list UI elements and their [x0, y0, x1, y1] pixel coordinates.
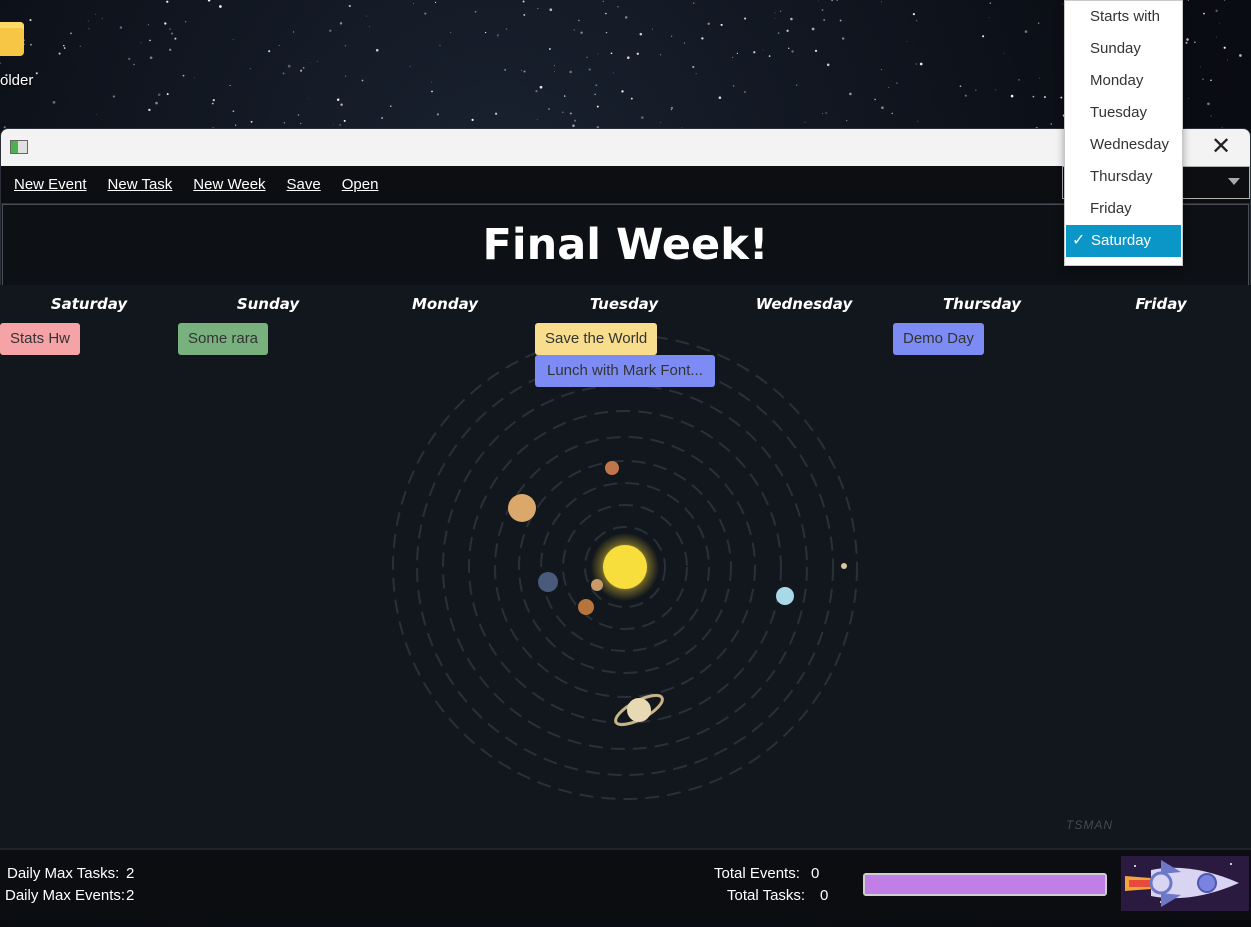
daily-max-tasks-value: 2 — [126, 865, 135, 882]
title-bar[interactable]: ✕ — [1, 129, 1250, 166]
entry-chip[interactable]: Demo Day — [893, 323, 984, 355]
entry-chip[interactable]: Stats Hw — [0, 323, 81, 355]
dropdown-header: Starts with — [1090, 8, 1161, 25]
rocket-icon — [1121, 856, 1249, 911]
entry-chip[interactable]: Save the World — [535, 323, 658, 355]
day-column-friday: Friday — [1072, 285, 1250, 323]
app-icon — [10, 140, 28, 154]
day-header-wednesday: Wednesday — [755, 295, 853, 313]
dropdown-option[interactable]: Thursday — [1065, 161, 1182, 193]
folder-icon[interactable] — [0, 22, 24, 56]
dropdown-option[interactable]: Monday — [1065, 65, 1182, 97]
new-task-link[interactable]: New Task — [108, 176, 173, 193]
week-title-band: Final Week! — [2, 204, 1249, 286]
daily-max-tasks-label: Daily Max Tasks: — [7, 865, 120, 882]
close-icon[interactable]: ✕ — [1192, 129, 1250, 166]
dropdown-option[interactable]: Wednesday — [1065, 129, 1182, 161]
day-header-tuesday: Tuesday — [589, 295, 659, 313]
open-link[interactable]: Open — [342, 176, 379, 193]
day-header-thursday: Thursday — [942, 295, 1022, 313]
start-day-dropdown: Starts with Sunday Monday Tuesday Wednes… — [1064, 0, 1183, 266]
dropdown-option-label: Friday — [1090, 200, 1132, 217]
day-header-monday: Monday — [411, 295, 479, 313]
dropdown-option-label: Thursday — [1090, 168, 1153, 185]
progress-bar — [863, 873, 1107, 896]
daily-max-events-label: Daily Max Events: — [5, 887, 126, 904]
total-tasks-label: Total Tasks: — [727, 887, 806, 904]
day-header-saturday: Saturday — [50, 295, 128, 313]
day-column-thursday: Thursday — [893, 285, 1071, 323]
total-events-value: 0 — [811, 865, 820, 882]
desktop-folder-label[interactable]: older — [0, 72, 33, 89]
progress-fill — [865, 875, 1105, 894]
day-column-tuesday: Tuesday — [535, 285, 713, 323]
day-column-wednesday: Wednesday — [715, 285, 893, 323]
save-link[interactable]: Save — [287, 176, 321, 193]
dropdown-option[interactable]: Tuesday — [1065, 97, 1182, 129]
dropdown-option-label: Monday — [1090, 72, 1144, 89]
check-icon: ✓ — [1072, 232, 1086, 249]
dropdown-option-label: Saturday — [1091, 232, 1152, 249]
dropdown-option-label: Wednesday — [1090, 136, 1169, 153]
status-footer: Daily Max Tasks: 2 Daily Max Events: 2 T… — [0, 848, 1251, 920]
day-column-monday: Monday — [356, 285, 534, 323]
dropdown-option-label: Sunday — [1090, 40, 1141, 57]
day-header-friday: Friday — [1135, 295, 1187, 313]
new-event-link[interactable]: New Event — [14, 176, 87, 193]
calendar-area: Saturday Sunday Monday Tuesday Wednesday… — [0, 285, 1251, 848]
day-column-sunday: Sunday — [179, 285, 357, 323]
daily-max-events-value: 2 — [126, 887, 135, 904]
day-header-sunday: Sunday — [236, 295, 300, 313]
total-tasks-value: 0 — [820, 887, 829, 904]
dropdown-option-label: Tuesday — [1090, 104, 1147, 121]
chevron-down-icon — [1228, 178, 1240, 185]
new-week-link[interactable]: New Week — [193, 176, 265, 193]
dropdown-option[interactable]: ✓ Saturday — [1066, 225, 1181, 257]
watermark: TSMAN — [1066, 818, 1113, 832]
day-column-saturday: Saturday — [0, 285, 178, 323]
dropdown-option[interactable]: Friday — [1065, 193, 1182, 225]
entry-chip[interactable]: Some rara — [178, 323, 269, 355]
entry-chip[interactable]: Lunch with Mark Font... — [535, 355, 715, 387]
page-title: Final Week! — [482, 220, 769, 270]
dropdown-option[interactable]: Sunday — [1065, 33, 1182, 65]
total-events-label: Total Events: — [714, 865, 800, 882]
